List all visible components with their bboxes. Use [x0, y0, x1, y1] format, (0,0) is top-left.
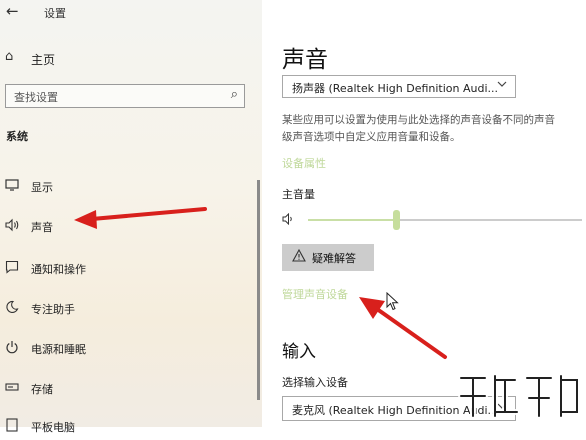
- monitor-icon: [5, 178, 21, 194]
- sidebar-item-label: 平板电脑: [31, 421, 75, 434]
- output-description: 某些应用可以设置为使用与此处选择的声音设备不同的声音 级声音选项中自定义应用音量…: [282, 112, 586, 146]
- sidebar-item-display[interactable]: 显示: [0, 174, 258, 200]
- master-volume-label: 主音量: [282, 188, 315, 201]
- volume-slider-fill: [308, 219, 396, 221]
- sidebar-item-home[interactable]: ⌂ 主页: [0, 46, 262, 72]
- troubleshoot-label: 疑难解答: [312, 252, 356, 265]
- warning-icon: [292, 248, 306, 265]
- home-icon: ⌂: [5, 49, 14, 64]
- sidebar-scrollbar[interactable]: [257, 180, 260, 400]
- sidebar-item-label: 电源和睡眠: [31, 343, 86, 356]
- volume-slider[interactable]: [308, 210, 582, 230]
- volume-speaker-icon[interactable]: [282, 212, 296, 228]
- output-device-dropdown[interactable]: 扬声器 (Realtek High Definition Audi...: [282, 75, 516, 98]
- storage-icon: [5, 380, 21, 396]
- speaker-icon: [5, 218, 21, 234]
- sidebar-item-focus-assist[interactable]: 专注助手: [0, 296, 258, 322]
- section-label: 系统: [6, 130, 28, 143]
- search-input[interactable]: [12, 87, 216, 107]
- sidebar-item-label: 存储: [31, 383, 53, 396]
- device-properties-link[interactable]: 设备属性: [282, 155, 326, 171]
- search-field[interactable]: ⌕: [5, 84, 245, 108]
- manage-sound-devices-link[interactable]: 管理声音设备: [282, 286, 348, 302]
- sidebar-item-tablet[interactable]: 平板电脑: [0, 414, 258, 440]
- input-device-label: 选择输入设备: [282, 376, 348, 389]
- description-line: 某些应用可以设置为使用与此处选择的声音设备不同的声音: [282, 114, 555, 126]
- annotation-arrow-icon: [74, 207, 207, 229]
- chevron-down-icon: [496, 78, 508, 93]
- troubleshoot-button[interactable]: 疑难解答: [282, 244, 374, 271]
- annotation-arrow-icon: [359, 297, 447, 359]
- notification-icon: [5, 260, 21, 276]
- window-title: 设置: [44, 7, 66, 20]
- watermark-logo-icon: [458, 373, 580, 419]
- sidebar-item-label: 专注助手: [31, 303, 75, 316]
- volume-slider-thumb[interactable]: [392, 210, 400, 230]
- power-icon: [5, 340, 21, 356]
- sidebar-item-notifications[interactable]: 通知和操作: [0, 256, 258, 282]
- sidebar-item-storage[interactable]: 存储: [0, 376, 258, 402]
- page-title: 声音: [282, 47, 328, 73]
- search-icon[interactable]: ⌕: [231, 87, 238, 102]
- input-section-header: 输入: [282, 342, 316, 362]
- sidebar-item-label: 主页: [31, 53, 56, 67]
- description-line: 级声音选项中自定义应用音量和设备。: [282, 131, 461, 143]
- moon-icon: [5, 300, 21, 316]
- sidebar-item-label: 显示: [31, 181, 53, 194]
- sidebar-item-label: 声音: [31, 221, 53, 234]
- output-device-value: 扬声器 (Realtek High Definition Audi...: [292, 82, 499, 95]
- sidebar-item-power-sleep[interactable]: 电源和睡眠: [0, 336, 258, 362]
- tablet-icon: [5, 418, 21, 434]
- sidebar-item-label: 通知和操作: [31, 263, 86, 276]
- back-arrow-icon[interactable]: ←: [6, 2, 26, 22]
